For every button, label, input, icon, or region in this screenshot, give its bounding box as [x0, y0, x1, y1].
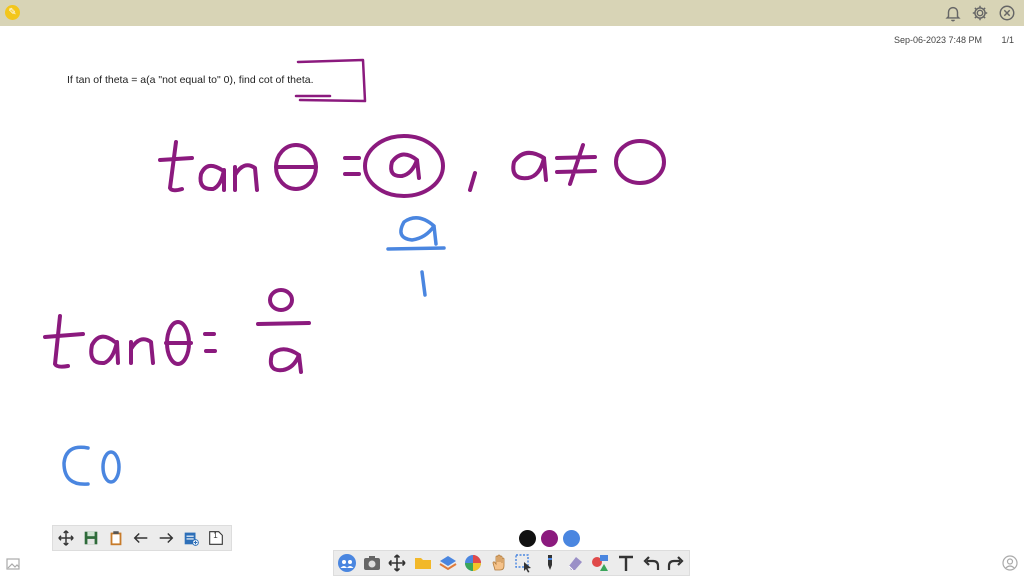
shapes-icon[interactable] — [588, 551, 613, 575]
image-icon[interactable] — [6, 557, 20, 570]
save-board-icon[interactable] — [78, 527, 103, 549]
marker-icon[interactable] — [537, 551, 562, 575]
color-purple-swatch[interactable] — [541, 530, 558, 547]
page-nav-toolbar: 1 — [52, 525, 232, 551]
arrow-left-icon[interactable] — [128, 527, 153, 549]
equation-line-1 — [158, 134, 666, 198]
color-black-swatch[interactable] — [519, 530, 536, 547]
fraction-a-over-1 — [386, 216, 446, 297]
select-icon[interactable] — [512, 551, 537, 575]
redo-icon[interactable] — [664, 551, 689, 575]
camera-icon[interactable] — [359, 551, 384, 575]
text-icon[interactable] — [613, 551, 638, 575]
drawing-toolbar — [333, 550, 690, 576]
bracket-mark — [294, 58, 367, 103]
equation-line-2 — [43, 288, 311, 374]
arrow-right-icon[interactable] — [153, 527, 178, 549]
handwriting-layer — [43, 58, 666, 486]
page-number-icon[interactable]: 1 — [203, 527, 228, 549]
clipboard-icon[interactable] — [103, 527, 128, 549]
user-icon[interactable] — [1002, 555, 1018, 571]
page-number-label: 1 — [213, 531, 218, 540]
people-icon[interactable] — [334, 551, 359, 575]
move-icon[interactable] — [385, 551, 410, 575]
color-wheel-icon[interactable] — [461, 551, 486, 575]
layers-icon[interactable] — [435, 551, 460, 575]
move-icon[interactable] — [53, 527, 78, 549]
partial-cot-text — [62, 445, 121, 486]
add-page-icon[interactable] — [178, 527, 203, 549]
folder-icon[interactable] — [410, 551, 435, 575]
undo-icon[interactable] — [638, 551, 663, 575]
color-blue-swatch[interactable] — [563, 530, 580, 547]
eraser-icon[interactable] — [562, 551, 587, 575]
hand-icon[interactable] — [486, 551, 511, 575]
